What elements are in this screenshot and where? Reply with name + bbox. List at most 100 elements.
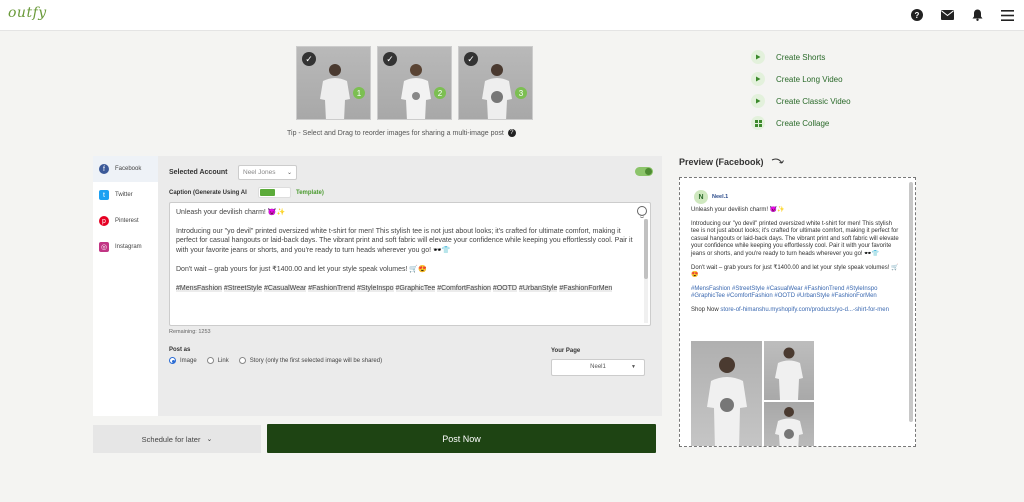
preview-image-secondary — [764, 402, 814, 446]
preview-image-secondary — [764, 341, 814, 400]
help-icon[interactable]: ? — [507, 129, 516, 137]
radio-label: Story (only the first selected image wil… — [249, 357, 383, 364]
radio-label: Link — [217, 357, 229, 364]
shop-link[interactable]: store-of-himanshu.myshopify.com/products… — [720, 307, 889, 313]
tshirt-photo — [482, 64, 512, 119]
preview-post-text: Unleash your devilish charm! 😈✨ Introduc… — [691, 207, 901, 321]
help-icon[interactable]: ? — [910, 8, 924, 22]
image-thumbnail[interactable]: ✓ 2 — [377, 46, 452, 120]
create-shorts-button[interactable]: Create Shorts — [751, 46, 851, 68]
preview-paragraph: Introducing our "yo devil" printed overs… — [691, 220, 899, 257]
post-now-button[interactable]: Post Now — [267, 424, 656, 453]
preview-shop-line: Shop Now store-of-himanshu.myshopify.com… — [691, 307, 901, 315]
create-label: Create Long Video — [776, 74, 843, 84]
preview-paragraph: Don't wait – grab yours for just ₹1400.0… — [691, 264, 899, 279]
pinterest-icon: p — [99, 216, 109, 226]
curved-arrow-icon — [771, 158, 785, 168]
post-as-options: Image Link Story (only the first selecte… — [169, 357, 382, 364]
caption-label: Caption (Generate Using AI — [169, 190, 247, 196]
post-as-image-radio[interactable]: Image — [169, 357, 197, 364]
image-thumbnails: ✓ 1 ✓ 2 ✓ 3 — [296, 46, 533, 120]
bell-icon[interactable] — [970, 8, 984, 22]
template-label: Template) — [296, 190, 324, 196]
sidebar-item-twitter[interactable]: t Twitter — [93, 182, 158, 208]
platform-enable-toggle[interactable] — [635, 167, 653, 176]
image-order-badge: 1 — [353, 87, 365, 99]
check-icon[interactable]: ✓ — [464, 52, 478, 66]
caption-hashtags: #MensFashion #StreetStyle #CasualWear #F… — [176, 284, 636, 294]
reorder-tip-text: Tip - Select and Drag to reorder images … — [287, 129, 504, 137]
selected-account-label: Selected Account — [169, 169, 228, 176]
facebook-icon: f — [99, 164, 109, 174]
post-as-link-radio[interactable]: Link — [206, 357, 229, 364]
post-as-story-radio[interactable]: Story (only the first selected image wil… — [238, 357, 383, 364]
hashtag: #OOTD — [492, 284, 517, 292]
ai-template-toggle[interactable] — [258, 187, 291, 198]
preview-image-main — [691, 341, 762, 446]
your-page-value: Neel1 — [590, 364, 606, 370]
image-thumbnail[interactable]: ✓ 3 — [458, 46, 533, 120]
collage-icon — [751, 116, 765, 130]
post-as-label: Post as — [169, 347, 191, 353]
hashtag: #GraphicTee — [395, 284, 436, 292]
hashtag: #ComfortFashion — [437, 284, 491, 292]
platform-sidebar: f Facebook t Twitter p Pinterest ◎ Insta… — [93, 156, 158, 416]
top-bar: outfy ? — [0, 0, 1024, 31]
avatar: N — [694, 190, 708, 204]
account-select-value: Neel Jones — [243, 169, 276, 176]
twitter-icon: t — [99, 190, 109, 200]
mail-icon[interactable] — [940, 8, 954, 22]
schedule-label: Schedule for later — [141, 434, 201, 444]
play-icon — [751, 72, 765, 86]
sidebar-item-facebook[interactable]: f Facebook — [93, 156, 158, 182]
caption-paragraph: Unleash your devilish charm! 😈✨ — [176, 209, 286, 216]
hashtag: #UrbanStyle — [518, 284, 558, 292]
image-order-badge: 3 — [515, 87, 527, 99]
hashtag: #StreetStyle — [223, 284, 263, 292]
create-label: Create Classic Video — [776, 96, 851, 106]
sidebar-item-pinterest[interactable]: p Pinterest — [93, 208, 158, 234]
account-select[interactable]: Neel Jones ⌄ — [238, 165, 297, 180]
preview-scrollbar[interactable] — [909, 182, 913, 422]
create-classic-video-button[interactable]: Create Classic Video — [751, 90, 851, 112]
preview-title: Preview (Facebook) — [679, 157, 764, 167]
svg-text:?: ? — [915, 11, 920, 20]
caption-scrollbar-thumb[interactable] — [644, 219, 648, 279]
tshirt-photo — [320, 64, 350, 119]
sidebar-item-label: Instagram — [115, 244, 142, 250]
hashtag: #MensFashion — [176, 284, 222, 292]
caption-paragraph: Don't wait – grab yours for just ₹1400.0… — [176, 265, 427, 273]
header-icons: ? — [910, 8, 1014, 22]
hashtag: #StyleInspo — [356, 284, 394, 292]
sidebar-item-instagram[interactable]: ◎ Instagram — [93, 234, 158, 260]
your-page-label: Your Page — [551, 348, 581, 354]
check-icon[interactable]: ✓ — [302, 52, 316, 66]
emoji-picker-icon[interactable] — [637, 206, 647, 218]
menu-icon[interactable] — [1000, 8, 1014, 22]
caption-content: Unleash your devilish charm! 😈✨ Introduc… — [176, 208, 636, 302]
create-label: Create Collage — [776, 118, 830, 128]
tshirt-photo — [401, 64, 431, 119]
caption-textarea[interactable]: Unleash your devilish charm! 😈✨ Introduc… — [169, 202, 651, 326]
radio-selected-icon — [169, 357, 176, 364]
radio-label: Image — [180, 357, 197, 364]
your-page-select[interactable]: Neel1 ▼ — [551, 359, 645, 376]
radio-icon — [206, 357, 214, 364]
image-order-badge: 2 — [434, 87, 446, 99]
post-now-label: Post Now — [442, 433, 481, 444]
image-thumbnail[interactable]: ✓ 1 — [296, 46, 371, 120]
play-icon — [751, 50, 765, 64]
facebook-preview-card[interactable]: N Neel.1 Unleash your devilish charm! 😈✨… — [679, 177, 916, 447]
chevron-down-icon: ⌄ — [286, 170, 292, 176]
sidebar-item-label: Twitter — [115, 192, 133, 198]
play-icon — [751, 94, 765, 108]
check-icon[interactable]: ✓ — [383, 52, 397, 66]
sidebar-item-label: Pinterest — [115, 218, 139, 224]
instagram-icon: ◎ — [99, 242, 109, 252]
create-collage-button[interactable]: Create Collage — [751, 112, 851, 134]
create-long-video-button[interactable]: Create Long Video — [751, 68, 851, 90]
schedule-for-later-button[interactable]: Schedule for later ⌄ — [93, 425, 261, 453]
preview-paragraph: Unleash your devilish charm! 😈✨ — [691, 207, 785, 213]
app-logo[interactable]: outfy — [8, 5, 47, 21]
caret-down-icon: ▼ — [631, 364, 636, 370]
